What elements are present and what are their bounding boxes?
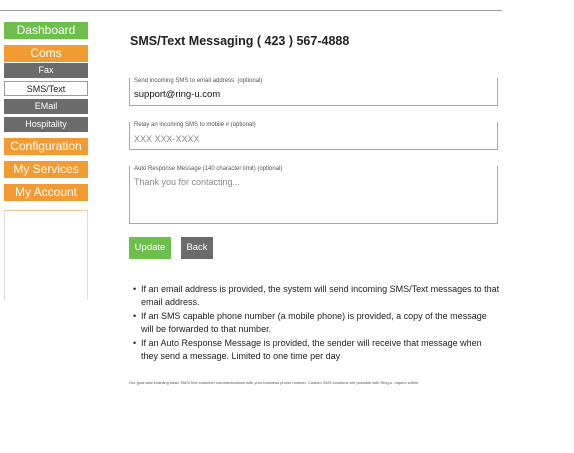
nav-coms[interactable]: Coms	[4, 45, 88, 62]
top-divider	[0, 10, 502, 11]
back-button[interactable]: Back	[181, 237, 213, 259]
note-item: If an SMS capable phone number (a mobile…	[131, 310, 501, 336]
auto-response-label: Auto Response Message (140 character lim…	[134, 166, 283, 172]
nav-dashboard[interactable]: Dashboard	[4, 22, 88, 39]
note-item: If an email address is provided, the sys…	[131, 283, 501, 309]
nav-my-services[interactable]: My Services	[4, 161, 88, 178]
nav-fax[interactable]: Fax	[4, 63, 88, 78]
email-field-label: Send incoming SMS to email address: (opt…	[134, 78, 263, 84]
nav-hospitality[interactable]: Hospitality	[4, 117, 88, 132]
coms-submenu: Fax SMS/Text EMail Hospitality	[4, 63, 88, 132]
relay-mobile-field[interactable]: Relay an incoming SMS to mobile # (optio…	[129, 122, 498, 150]
page-title: SMS/Text Messaging ( 423 ) 567-4888	[130, 34, 350, 48]
auto-response-textarea[interactable]: Auto Response Message (140 character lim…	[129, 166, 498, 224]
relay-mobile-field-placeholder: XXX XXX-XXXX	[134, 134, 200, 144]
relay-mobile-field-label: Relay an incoming SMS to mobile # (optio…	[134, 122, 256, 128]
note-item: If an Auto Response Message is provided,…	[131, 337, 501, 363]
footnote: Our goal was enabling basic SMS/Text cus…	[129, 380, 420, 385]
update-button[interactable]: Update	[129, 237, 171, 259]
nav-my-account[interactable]: My Account	[4, 184, 88, 201]
email-field-value: support@ring-u.com	[134, 89, 221, 100]
help-notes: If an email address is provided, the sys…	[131, 283, 501, 364]
sidebar: Dashboard Coms Fax SMS/Text EMail Hospit…	[4, 22, 88, 207]
nav-sms-text[interactable]: SMS/Text	[4, 81, 88, 96]
auto-response-placeholder: Thank you for contacting...	[134, 177, 241, 187]
email-field[interactable]: Send incoming SMS to email address: (opt…	[129, 78, 498, 106]
sidebar-empty-panel	[4, 210, 88, 300]
nav-configuration[interactable]: Configuration	[4, 138, 88, 155]
nav-email[interactable]: EMail	[4, 99, 88, 114]
